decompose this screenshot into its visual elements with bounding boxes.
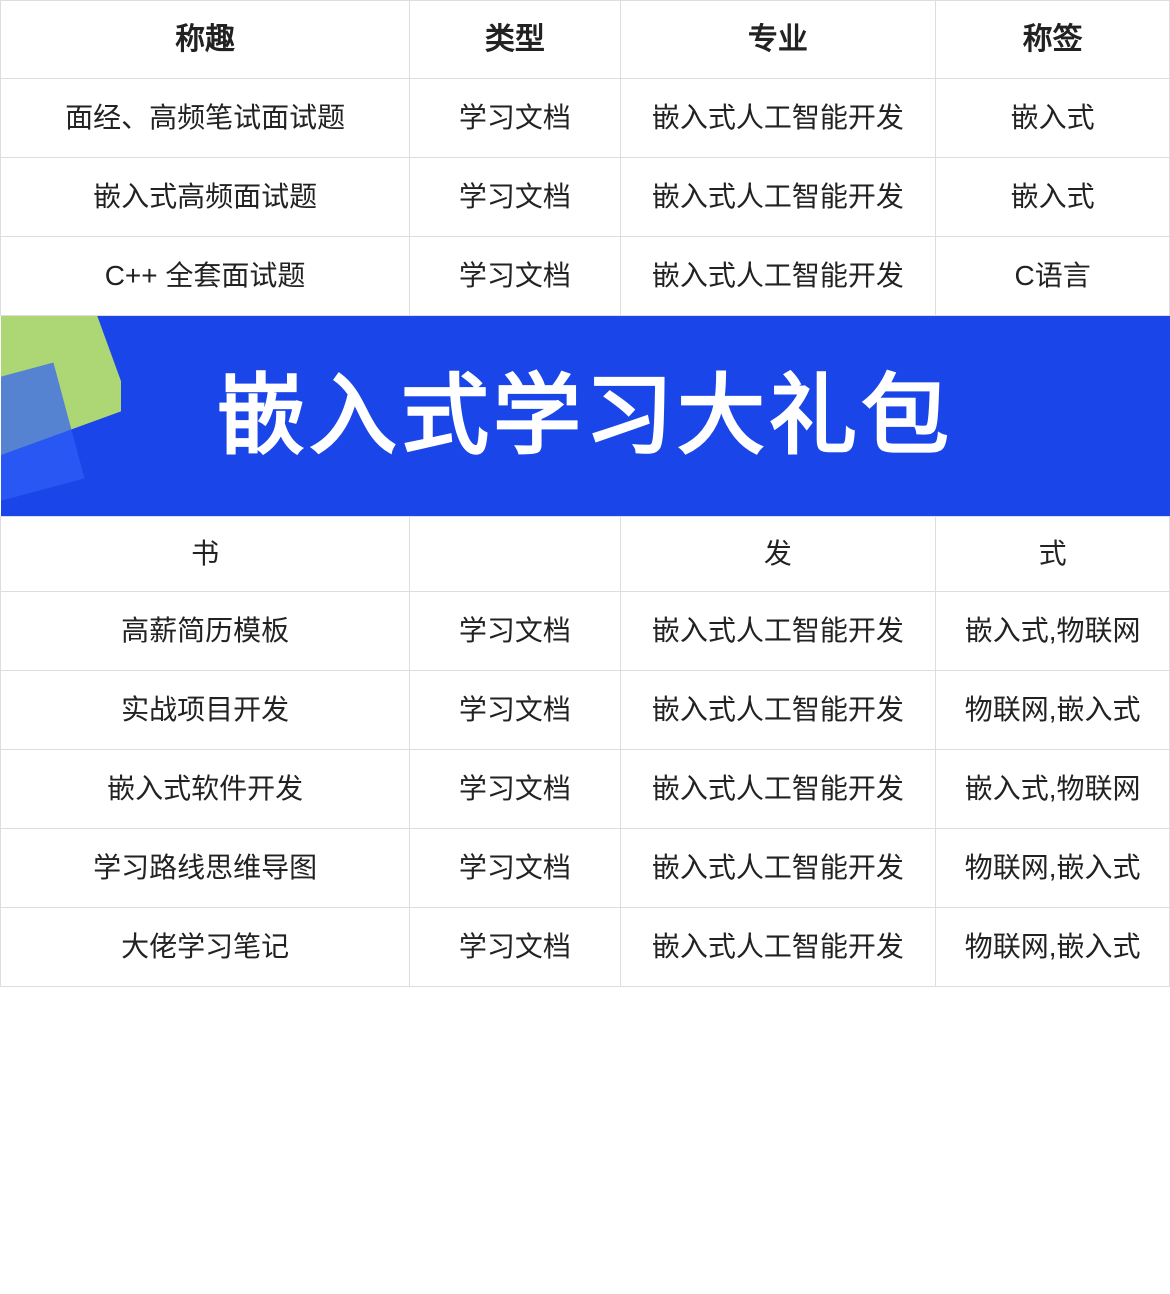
main-table: 称趣 类型 专业 称签 面经、高频笔试面试题 学习文档 嵌入式人工智能开发 嵌入… <box>0 0 1170 987</box>
cell-col3: 嵌入式人工智能开发 <box>620 908 936 987</box>
header-col4: 称签 <box>936 1 1170 79</box>
header-row: 称趣 类型 专业 称签 <box>1 1 1170 79</box>
table-row: 大佬学习笔记 学习文档 嵌入式人工智能开发 物联网,嵌入式 <box>1 908 1170 987</box>
cell-col2: 学习文档 <box>410 158 620 237</box>
cell-col4: C语言 <box>936 237 1170 316</box>
cell-col1: 嵌入式软件开发 <box>1 750 410 829</box>
cell-col2: 学习文档 <box>410 750 620 829</box>
partial-col4: 式 <box>936 517 1170 592</box>
cell-col2: 学习文档 <box>410 237 620 316</box>
cell-col2: 学习文档 <box>410 671 620 750</box>
cell-col3: 嵌入式人工智能开发 <box>620 671 936 750</box>
partial-row: 书 发 式 <box>1 517 1170 592</box>
banner-text: 嵌入式学习大礼包 <box>217 350 953 482</box>
cell-col2: 学习文档 <box>410 908 620 987</box>
cell-col2: 学习文档 <box>410 829 620 908</box>
cell-col4: 物联网,嵌入式 <box>936 829 1170 908</box>
partial-col1: 书 <box>1 517 410 592</box>
cell-col3: 嵌入式人工智能开发 <box>620 79 936 158</box>
banner-decoration <box>1 316 121 516</box>
header-col1: 称趣 <box>1 1 410 79</box>
cell-col4: 嵌入式,物联网 <box>936 750 1170 829</box>
banner-overlay: 嵌入式学习大礼包 <box>1 316 1170 516</box>
cell-col1: 嵌入式高频面试题 <box>1 158 410 237</box>
cell-col4: 物联网,嵌入式 <box>936 671 1170 750</box>
cell-col2: 学习文档 <box>410 79 620 158</box>
table-wrapper: 称趣 类型 专业 称签 面经、高频笔试面试题 学习文档 嵌入式人工智能开发 嵌入… <box>0 0 1170 987</box>
cell-col4: 物联网,嵌入式 <box>936 908 1170 987</box>
cell-col3: 嵌入式人工智能开发 <box>620 158 936 237</box>
cell-col3: 嵌入式人工智能开发 <box>620 829 936 908</box>
table-row: 嵌入式高频面试题 学习文档 嵌入式人工智能开发 嵌入式 <box>1 158 1170 237</box>
banner-container: 嵌入式学习大礼包 <box>1 316 1170 516</box>
cell-col3: 嵌入式人工智能开发 <box>620 237 936 316</box>
table-row: 面经、高频笔试面试题 学习文档 嵌入式人工智能开发 嵌入式 <box>1 79 1170 158</box>
cell-col4: 嵌入式 <box>936 158 1170 237</box>
table-row: 高薪简历模板 学习文档 嵌入式人工智能开发 嵌入式,物联网 <box>1 592 1170 671</box>
table-row: C++ 全套面试题 学习文档 嵌入式人工智能开发 C语言 <box>1 237 1170 316</box>
banner-row: 嵌入式学习大礼包 <box>1 316 1170 517</box>
table-row: 学习路线思维导图 学习文档 嵌入式人工智能开发 物联网,嵌入式 <box>1 829 1170 908</box>
banner-cell: 嵌入式学习大礼包 <box>1 316 1170 517</box>
partial-col2 <box>410 517 620 592</box>
cell-col3: 嵌入式人工智能开发 <box>620 592 936 671</box>
header-col3: 专业 <box>620 1 936 79</box>
cell-col1: 面经、高频笔试面试题 <box>1 79 410 158</box>
table-row: 嵌入式软件开发 学习文档 嵌入式人工智能开发 嵌入式,物联网 <box>1 750 1170 829</box>
cell-col1: C++ 全套面试题 <box>1 237 410 316</box>
header-col2: 类型 <box>410 1 620 79</box>
cell-col1: 实战项目开发 <box>1 671 410 750</box>
table-row: 实战项目开发 学习文档 嵌入式人工智能开发 物联网,嵌入式 <box>1 671 1170 750</box>
cell-col4: 嵌入式 <box>936 79 1170 158</box>
cell-col2: 学习文档 <box>410 592 620 671</box>
cell-col1: 大佬学习笔记 <box>1 908 410 987</box>
cell-col3: 嵌入式人工智能开发 <box>620 750 936 829</box>
partial-col3: 发 <box>620 517 936 592</box>
cell-col1: 高薪简历模板 <box>1 592 410 671</box>
cell-col1: 学习路线思维导图 <box>1 829 410 908</box>
cell-col4: 嵌入式,物联网 <box>936 592 1170 671</box>
